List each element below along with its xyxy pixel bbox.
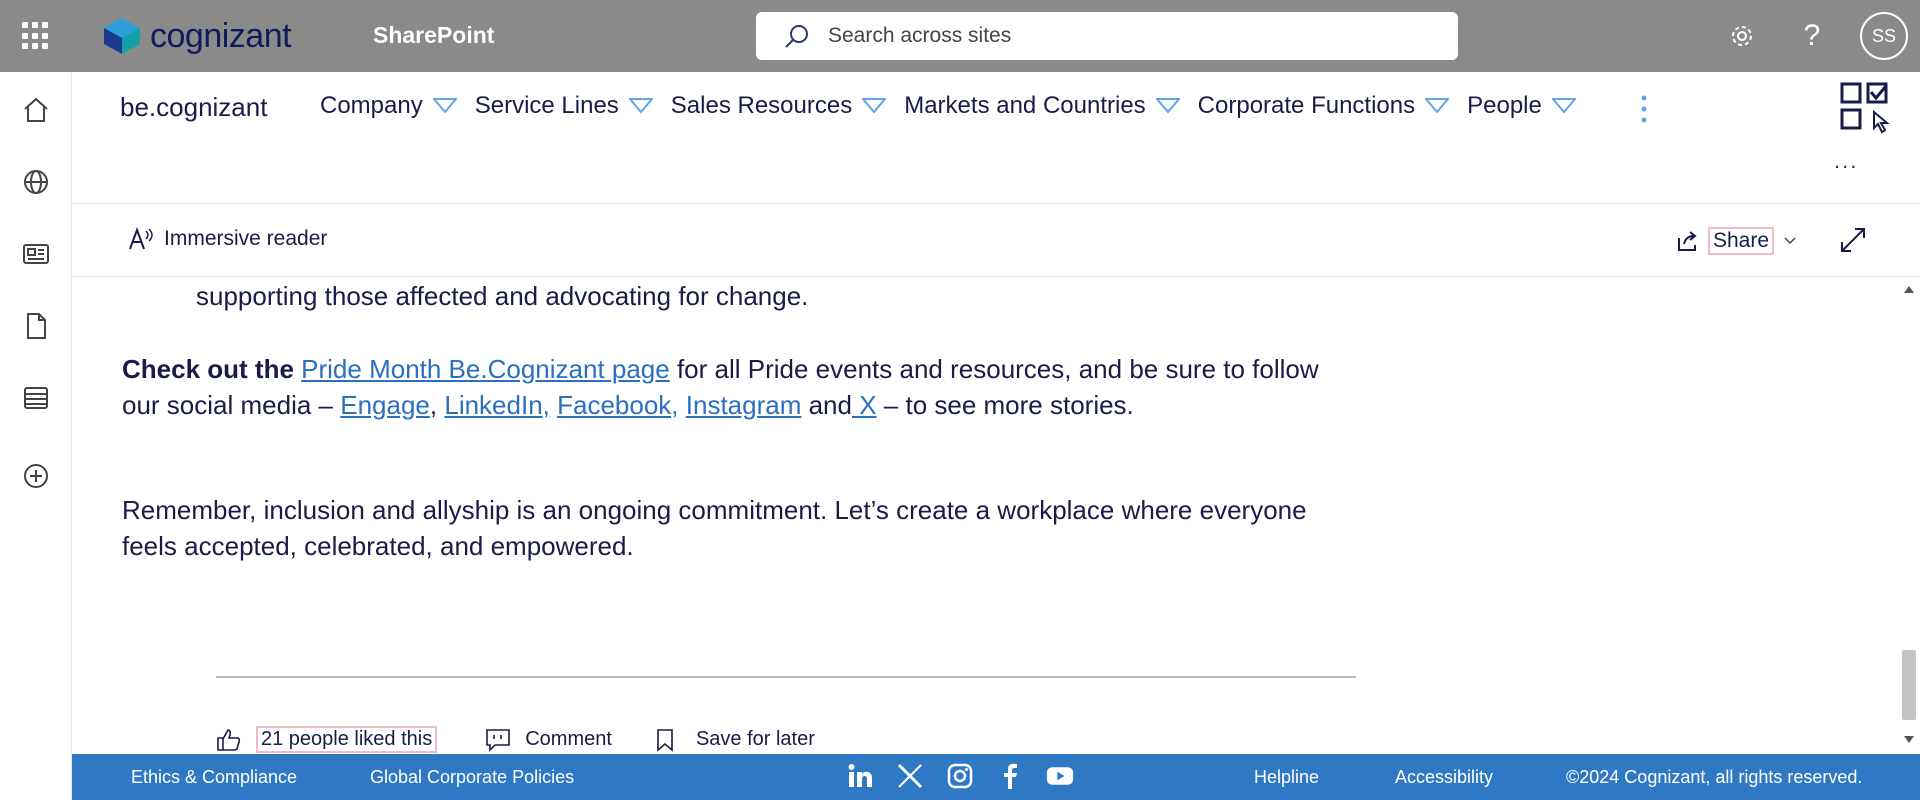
immersive-reader-label: Immersive reader <box>164 227 328 250</box>
nav-item-people[interactable]: People <box>1467 92 1576 120</box>
like-button[interactable]: 21 people liked this <box>216 726 485 753</box>
global-policies-link[interactable]: Global Corporate Policies <box>370 767 574 788</box>
paragraph-bold-text: Check out the <box>122 354 294 384</box>
immersive-reader-icon <box>129 227 153 250</box>
comment-label: Comment <box>525 728 612 750</box>
footer: Ethics & Compliance Global Corporate Pol… <box>72 754 1920 800</box>
app-name[interactable]: SharePoint <box>373 22 494 49</box>
save-for-later-label: Save for later <box>695 728 815 750</box>
nav-item-label: People <box>1467 92 1542 119</box>
pride-month-link[interactable]: Pride Month Be.Cognizant page <box>301 354 670 384</box>
comment-button[interactable]: Comment <box>485 728 656 752</box>
cognizant-logo-mark-icon <box>104 18 140 54</box>
share-label: Share <box>1708 227 1775 255</box>
globe-icon[interactable] <box>20 166 52 198</box>
footer-social-links <box>846 762 1074 790</box>
chevron-down-icon <box>1155 98 1180 114</box>
article-content: supporting those affected and advocating… <box>72 278 1898 754</box>
and-text: and <box>801 390 852 420</box>
instagram-link[interactable]: Instagram <box>686 390 802 420</box>
divider <box>216 676 1356 678</box>
more-options-icon[interactable]: ... <box>1834 148 1858 174</box>
expand-icon[interactable] <box>1840 227 1866 253</box>
hub-nav: be.cognizant Company Service Lines Sales… <box>72 72 1920 204</box>
search-icon <box>785 25 808 48</box>
search-input[interactable] <box>828 24 1388 48</box>
chevron-down-icon <box>1425 98 1450 114</box>
gear-icon[interactable] <box>1720 14 1764 58</box>
avatar[interactable]: SS <box>1860 12 1908 60</box>
engage-link[interactable]: Engage <box>340 390 430 420</box>
paragraph-social: Check out the Pride Month Be.Cognizant p… <box>122 351 1322 423</box>
nav-item-sales-resources[interactable]: Sales Resources <box>670 92 887 120</box>
ethics-compliance-link[interactable]: Ethics & Compliance <box>131 767 297 788</box>
comma-text: , <box>429 390 438 420</box>
nav-items: Company Service Lines Sales Resources Ma… <box>320 92 1594 120</box>
command-bar: Immersive reader Share <box>72 205 1920 277</box>
facebook-icon[interactable] <box>996 762 1024 790</box>
likes-count[interactable]: 21 people liked this <box>256 726 438 753</box>
nav-item-label: Markets and Countries <box>904 92 1146 119</box>
copyright-text: ©2024 Cognizant, all rights reserved. <box>1566 767 1863 787</box>
paragraph-closing: Remember, inclusion and allyship is an o… <box>122 495 1307 561</box>
helpline-link[interactable]: Helpline <box>1254 767 1319 788</box>
share-icon <box>1678 231 1697 251</box>
nav-item-label: Sales Resources <box>670 92 853 119</box>
immersive-reader-button[interactable]: Immersive reader <box>128 227 327 251</box>
paragraph-intro-tail: supporting those affected and advocating… <box>196 281 809 311</box>
chevron-down-icon <box>1551 98 1576 114</box>
scroll-thumb[interactable] <box>1902 650 1916 720</box>
instagram-icon[interactable] <box>946 762 974 790</box>
nav-item-service-lines[interactable]: Service Lines <box>475 92 653 120</box>
chevron-down-icon <box>432 98 457 114</box>
nav-item-corporate-functions[interactable]: Corporate Functions <box>1197 92 1450 120</box>
comment-icon <box>486 728 511 752</box>
nav-item-label: Company <box>320 92 423 119</box>
home-icon[interactable] <box>20 94 52 126</box>
scroll-up-arrow-icon[interactable] <box>1904 286 1914 293</box>
chevron-down-icon <box>862 98 887 114</box>
file-icon[interactable] <box>20 310 52 342</box>
save-for-later-button[interactable]: Save for later <box>656 728 815 752</box>
facebook-link[interactable]: Facebook, <box>557 390 678 420</box>
cognizant-logo[interactable]: cognizant <box>100 14 292 58</box>
nav-item-markets-and-countries[interactable]: Markets and Countries <box>904 92 1180 120</box>
add-icon[interactable] <box>20 460 52 492</box>
youtube-icon[interactable] <box>1046 762 1074 790</box>
linkedin-icon[interactable] <box>846 762 874 790</box>
site-title[interactable]: be.cognizant <box>120 92 267 123</box>
help-icon[interactable]: ? <box>1790 14 1834 58</box>
nav-item-label: Corporate Functions <box>1197 92 1416 119</box>
scroll-down-arrow-icon[interactable] <box>1904 736 1914 743</box>
waffle-icon[interactable] <box>22 22 50 50</box>
bookmark-icon <box>657 728 673 752</box>
vertical-scrollbar[interactable] <box>1898 278 1920 754</box>
news-icon[interactable] <box>20 238 52 270</box>
suite-bar: cognizant SharePoint ? SS <box>0 0 1920 72</box>
more-vertical-icon[interactable] <box>1638 92 1650 126</box>
x-icon[interactable] <box>896 762 924 790</box>
left-rail <box>0 72 72 800</box>
chevron-down-icon <box>628 98 653 114</box>
linkedin-link[interactable]: LinkedIn, <box>444 390 550 420</box>
accessibility-link[interactable]: Accessibility <box>1395 767 1493 788</box>
social-bar: 21 people liked this Comment Save for la… <box>216 726 815 753</box>
paragraph-tail-text: – to see more stories. <box>876 390 1134 420</box>
x-link[interactable]: X <box>852 390 876 420</box>
logo-text: cognizant <box>150 16 292 55</box>
search-box[interactable] <box>756 12 1458 60</box>
share-button[interactable]: Share <box>1676 227 1775 255</box>
nav-item-company[interactable]: Company <box>320 92 457 120</box>
like-icon <box>217 728 241 751</box>
chevron-down-icon[interactable] <box>1782 233 1798 249</box>
app-launcher-check-icon[interactable] <box>1840 82 1896 134</box>
nav-item-label: Service Lines <box>474 92 619 119</box>
list-icon[interactable] <box>20 382 52 414</box>
